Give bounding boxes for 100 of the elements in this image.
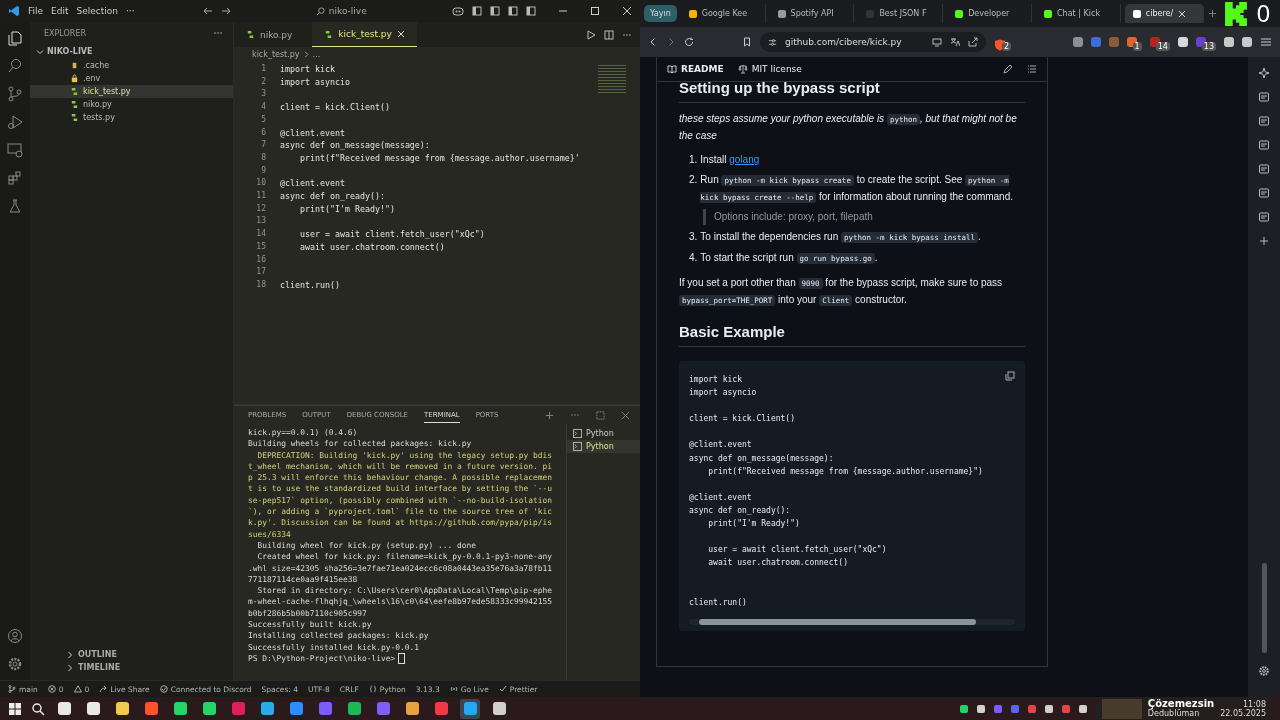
lock-icon [70, 74, 79, 83]
line-number: 8 [261, 151, 266, 164]
browser-tab[interactable]: Developer [947, 4, 1033, 23]
sidebar-panel-icon[interactable] [1258, 91, 1270, 103]
sidebar-panel-icon[interactable] [1258, 187, 1270, 199]
translate-icon[interactable] [950, 37, 960, 47]
sidebar-section[interactable]: TIMELINE [30, 661, 233, 674]
line-number: 16 [256, 253, 266, 266]
plus-icon[interactable] [1258, 235, 1270, 247]
readme-tab[interactable]: README [667, 64, 724, 74]
account-icon[interactable] [7, 628, 23, 644]
layout-icon[interactable] [508, 6, 518, 16]
taskbar-app-icon[interactable] [460, 698, 480, 719]
sidebar-panel-icon[interactable] [1258, 139, 1270, 151]
menu-icon[interactable] [1260, 36, 1272, 48]
breadcrumb-item[interactable]: ... [312, 49, 321, 59]
vertical-scrollbar[interactable] [1261, 563, 1267, 653]
tray-icon[interactable] [976, 704, 985, 713]
edit-icon[interactable] [1003, 64, 1013, 74]
terminal-instance[interactable]: Python [567, 440, 640, 453]
settings-icon[interactable] [7, 656, 23, 672]
broadcast-button[interactable]: Yayın [644, 5, 677, 22]
split-editor-icon[interactable] [604, 29, 614, 40]
editor-tab[interactable]: niko.py [234, 22, 305, 47]
copy-icon[interactable] [1005, 371, 1015, 381]
license-tab[interactable]: MIT license [737, 64, 802, 74]
sidebar-panel-icon[interactable] [1258, 211, 1270, 223]
list-number: 1. [689, 153, 698, 167]
monitor-icon[interactable] [932, 37, 942, 47]
sidebar-panel-icon[interactable] [1258, 115, 1270, 127]
line-number: 6 [261, 126, 266, 139]
new-tab-icon[interactable] [1207, 9, 1217, 18]
error-icon [47, 685, 56, 693]
tray-icon[interactable] [1044, 704, 1053, 713]
line-number: 1 [261, 63, 266, 75]
browser-tab[interactable]: Spotify API [769, 4, 855, 23]
braces-icon [368, 685, 377, 693]
tray-icon[interactable] [1078, 704, 1087, 713]
line-number: 13 [256, 215, 266, 228]
layout-icon[interactable] [526, 6, 536, 16]
breadcrumb-item[interactable]: kick_test.py [252, 49, 300, 59]
terminal-instance[interactable]: Python [567, 427, 640, 440]
browser-tab[interactable]: cibere/ [1124, 4, 1204, 23]
run-debug-icon[interactable] [7, 114, 23, 130]
chevron-icon[interactable] [36, 47, 44, 56]
line-number: 7 [261, 139, 266, 152]
menu-item[interactable]: File [28, 6, 44, 16]
back-icon[interactable] [648, 37, 658, 47]
address-bar[interactable]: github.com/cibere/kick.py [760, 32, 986, 52]
plus-icon[interactable] [545, 410, 554, 420]
explorer-entry[interactable]: .cache [30, 59, 233, 72]
layout-icon[interactable] [472, 6, 482, 16]
remote-explorer-icon[interactable] [7, 142, 23, 158]
windows-logo-icon[interactable] [8, 701, 22, 716]
line-number: 11 [256, 190, 266, 203]
source-control-icon[interactable] [7, 86, 23, 102]
browser-tab[interactable]: Best JSON F [858, 4, 944, 23]
horizontal-scrollbar[interactable] [689, 618, 1015, 625]
terminal-icon [573, 429, 582, 438]
layout-icon[interactable] [490, 6, 500, 16]
explorer-entry[interactable]: kick_test.py [30, 85, 233, 98]
menu-item[interactable]: Edit [51, 6, 69, 16]
maximize-icon[interactable] [590, 6, 600, 16]
command-search-field[interactable]: niko-live [256, 6, 427, 16]
folder-name[interactable]: NIKO-LIVE [47, 47, 93, 56]
explorer-entry[interactable]: .env [30, 72, 233, 85]
browser-tab[interactable]: Chat | Kick [1036, 4, 1121, 23]
terminal-icon [573, 442, 582, 451]
link[interactable]: golang [729, 154, 760, 165]
explorer-entry[interactable]: tests.py [30, 111, 233, 124]
code-text[interactable]: import kick import asyncio client = kick.Client() @client.event async def on_message(message): print(f"Received message from {message.author.username}' @client.event async def on_ready(): print("I'm Ready!") user = await client.fetch_user("xQc") await user.chatroom.connect() client.run() [280, 61, 580, 292]
run-icon[interactable] [586, 29, 596, 40]
explorer-entry[interactable]: niko.py [30, 98, 233, 111]
settings-icon[interactable] [1258, 665, 1270, 677]
forward-arrow-icon[interactable] [220, 6, 231, 16]
share-arrow-icon [99, 685, 108, 693]
forward-icon[interactable] [666, 37, 676, 47]
chevron-icon [302, 50, 310, 58]
sliders-icon[interactable] [768, 37, 777, 47]
extensions-icon[interactable] [7, 170, 23, 186]
editor-tab[interactable]: kick_test.py [312, 22, 417, 47]
share-icon[interactable] [968, 37, 978, 47]
list-number: 3. [689, 230, 698, 244]
sidebar-panel-icon[interactable] [1258, 163, 1270, 175]
reload-icon[interactable] [684, 37, 694, 47]
sidebar-section[interactable]: OUTLINE [30, 648, 233, 661]
menu-item[interactable]: ··· [126, 6, 135, 16]
flask-icon[interactable] [7, 198, 23, 214]
copilot-icon[interactable] [452, 5, 464, 17]
tray-icon[interactable] [959, 704, 968, 713]
back-arrow-icon[interactable] [202, 6, 213, 16]
sparkle-icon[interactable] [1258, 67, 1270, 79]
search-icon[interactable] [31, 701, 45, 716]
files-icon[interactable] [7, 30, 23, 46]
menu-item[interactable]: Selection [76, 6, 118, 16]
list-icon[interactable] [1027, 64, 1037, 74]
line-number: 15 [256, 240, 266, 253]
browser-tab[interactable]: Google Kee [680, 4, 766, 23]
bookmark-icon[interactable] [742, 37, 752, 47]
close-icon[interactable] [622, 6, 632, 16]
